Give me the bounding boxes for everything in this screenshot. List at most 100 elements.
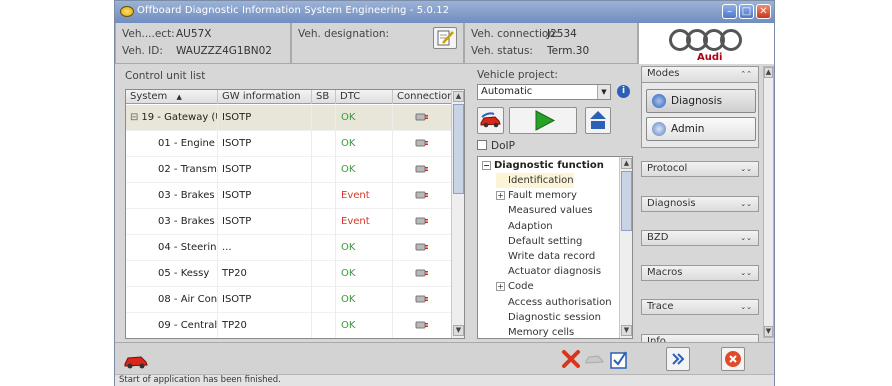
mode-admin-button[interactable]: Admin [646, 117, 756, 141]
tree-item[interactable]: Memory cells [496, 325, 574, 338]
control-unit-table[interactable]: System ▲ GW information SB DTC Connectio… [125, 89, 465, 339]
tree-item[interactable]: Adaption [496, 219, 553, 234]
expand-down-icon[interactable]: ⌄⌄ [740, 231, 752, 245]
cell-dtc: OK [336, 105, 393, 131]
chevron-down-icon[interactable]: ▼ [597, 85, 610, 99]
cell-gw-information: ISOTP [218, 157, 312, 183]
checkbox-icon[interactable] [477, 140, 487, 150]
cell-gw-information: ... [218, 235, 312, 261]
tree-item[interactable]: Access authorisation [496, 295, 612, 310]
start-diagnosis-button[interactable] [509, 107, 577, 134]
connection-plug-icon [415, 269, 428, 277]
cell-gw-information: ISOTP [218, 287, 312, 313]
scroll-up-arrow-icon[interactable]: ▲ [453, 91, 464, 102]
table-row[interactable]: 05 - Kessy TP20 OK [126, 261, 452, 287]
expand-icon[interactable]: + [496, 191, 505, 201]
column-header-system[interactable]: System ▲ [126, 90, 218, 104]
cell-system: 08 - Air Condi [126, 287, 218, 313]
diagnostic-function-tree[interactable]: − Diagnostic function Identification + Faul… [477, 156, 633, 339]
expand-down-icon[interactable]: ⌄⌄ [740, 300, 752, 314]
info-icon[interactable]: i [617, 85, 630, 98]
forward-button[interactable] [666, 347, 690, 371]
expand-icon[interactable]: + [496, 282, 505, 292]
table-row[interactable]: 01 - Engine CISOTP OK [126, 131, 452, 157]
tree-item[interactable]: + Fault memory [496, 188, 577, 203]
app-logo-icon [120, 6, 134, 17]
cell-system: 03 - Brakes 1 [126, 183, 218, 209]
modes-scroll-up-icon[interactable]: ▲ [764, 67, 773, 78]
collapse-up-icon[interactable]: ⌃⌃ [740, 67, 752, 81]
tree-collapse-icon[interactable]: ⊟ [130, 112, 138, 123]
report-checkbox-icon[interactable] [609, 348, 629, 370]
section-diagnosis[interactable]: Diagnosis ⌄⌄ [641, 195, 759, 212]
table-scrollbar[interactable]: ▲ ▼ [451, 90, 464, 338]
column-header-dtc[interactable]: DTC [336, 90, 393, 104]
section-protocol[interactable]: Protocol ⌄⌄ [641, 161, 759, 177]
upload-button[interactable] [585, 107, 611, 134]
cell-gw-information: TP20 [218, 261, 312, 287]
table-row[interactable]: 03 - Brakes 1 ISOTP Event [126, 183, 452, 209]
modes-header[interactable]: Modes ⌃⌃ [642, 67, 758, 83]
column-header-gw-information[interactable]: GW information [218, 90, 312, 104]
window-title: Offboard Diagnostic Information System E… [137, 5, 450, 16]
section-trace[interactable]: Trace ⌄⌄ [641, 299, 759, 315]
control-unit-panel: Control unit list System ▲ GW informatio… [121, 69, 467, 339]
vehicle-label: Veh....ect: [122, 28, 175, 40]
exit-button[interactable] [721, 347, 745, 371]
tree-scroll-down-icon[interactable]: ▼ [621, 325, 632, 336]
table-row[interactable]: 09 - Central ETP20 OK [126, 313, 452, 338]
table-row[interactable]: 04 - Steering... OK [126, 235, 452, 261]
cancel-red-x-icon[interactable] [561, 348, 581, 370]
collapse-icon[interactable]: − [482, 161, 491, 170]
column-header-sb[interactable]: SB [312, 90, 336, 104]
expand-down-icon[interactable]: ⌄⌄ [740, 162, 752, 176]
table-row[interactable]: ⊟ 19 - Gateway (U ISOTP OK [126, 105, 452, 131]
tree-scroll-thumb[interactable] [621, 171, 632, 231]
tree-item[interactable]: Write data record [496, 249, 595, 264]
modes-scroll-down-icon[interactable]: ▼ [764, 326, 773, 337]
tree-item[interactable]: Measured values [496, 203, 593, 218]
doip-checkbox[interactable]: DoIP [477, 140, 515, 152]
maximize-button[interactable]: □ [739, 4, 754, 19]
tree-item[interactable]: Identification [496, 173, 574, 188]
tree-scrollbar[interactable]: ▲ ▼ [619, 157, 632, 338]
edit-designation-button[interactable] [433, 27, 457, 49]
cell-system: 05 - Kessy [126, 261, 218, 287]
connection-plug-icon [415, 243, 428, 251]
minimize-button[interactable]: – [722, 4, 737, 19]
table-row[interactable]: 03 - Brakes 1 ISOTP Event [126, 209, 452, 235]
table-row[interactable]: 08 - Air CondiISOTP OK [126, 287, 452, 313]
modes-group: Modes ⌃⌃ Diagnosis Admin [641, 66, 759, 148]
scroll-thumb[interactable] [453, 104, 464, 194]
vehicle-project-select[interactable]: Automatic ▼ [477, 84, 611, 100]
connection-plug-icon [415, 139, 428, 147]
tree-root[interactable]: − Diagnostic function [482, 158, 604, 173]
section-macros[interactable]: Macros ⌄⌄ [641, 264, 759, 281]
cell-sb [312, 313, 336, 338]
expand-down-icon[interactable]: ⌄⌄ [740, 266, 752, 280]
section-bzd[interactable]: BZD ⌄⌄ [641, 230, 759, 246]
cell-dtc: OK [336, 131, 393, 157]
mode-diagnosis-button[interactable]: Diagnosis [646, 89, 756, 113]
tree-item[interactable]: Diagnostic session [496, 310, 601, 325]
cell-connection [393, 261, 452, 287]
tree-item[interactable]: + Code [496, 279, 534, 294]
vehicle-overview-icon[interactable] [123, 349, 149, 371]
modes-scrollbar[interactable]: ▲ ▼ [763, 66, 774, 338]
expand-down-icon[interactable]: ⌄⌄ [740, 197, 752, 211]
table-row[interactable]: 02 - TransmisISOTP OK [126, 157, 452, 183]
column-header-connection[interactable]: Connection [393, 90, 452, 104]
control-unit-list-title: Control unit list [125, 70, 206, 82]
play-icon [535, 110, 556, 131]
tree-item[interactable]: Default setting [496, 234, 582, 249]
cell-system: 04 - Steering [126, 235, 218, 261]
vehicle-button[interactable] [477, 107, 504, 134]
title-bar[interactable]: Offboard Diagnostic Information System E… [115, 1, 774, 23]
tree-item[interactable]: Actuator diagnosis [496, 264, 601, 279]
brand-logo: Audi [638, 23, 774, 64]
cell-system: ⊟ 19 - Gateway (U [126, 105, 218, 131]
cell-connection [393, 313, 452, 338]
close-window-button[interactable]: ✕ [756, 4, 771, 19]
tree-scroll-up-icon[interactable]: ▲ [621, 158, 632, 169]
scroll-down-arrow-icon[interactable]: ▼ [453, 325, 464, 336]
